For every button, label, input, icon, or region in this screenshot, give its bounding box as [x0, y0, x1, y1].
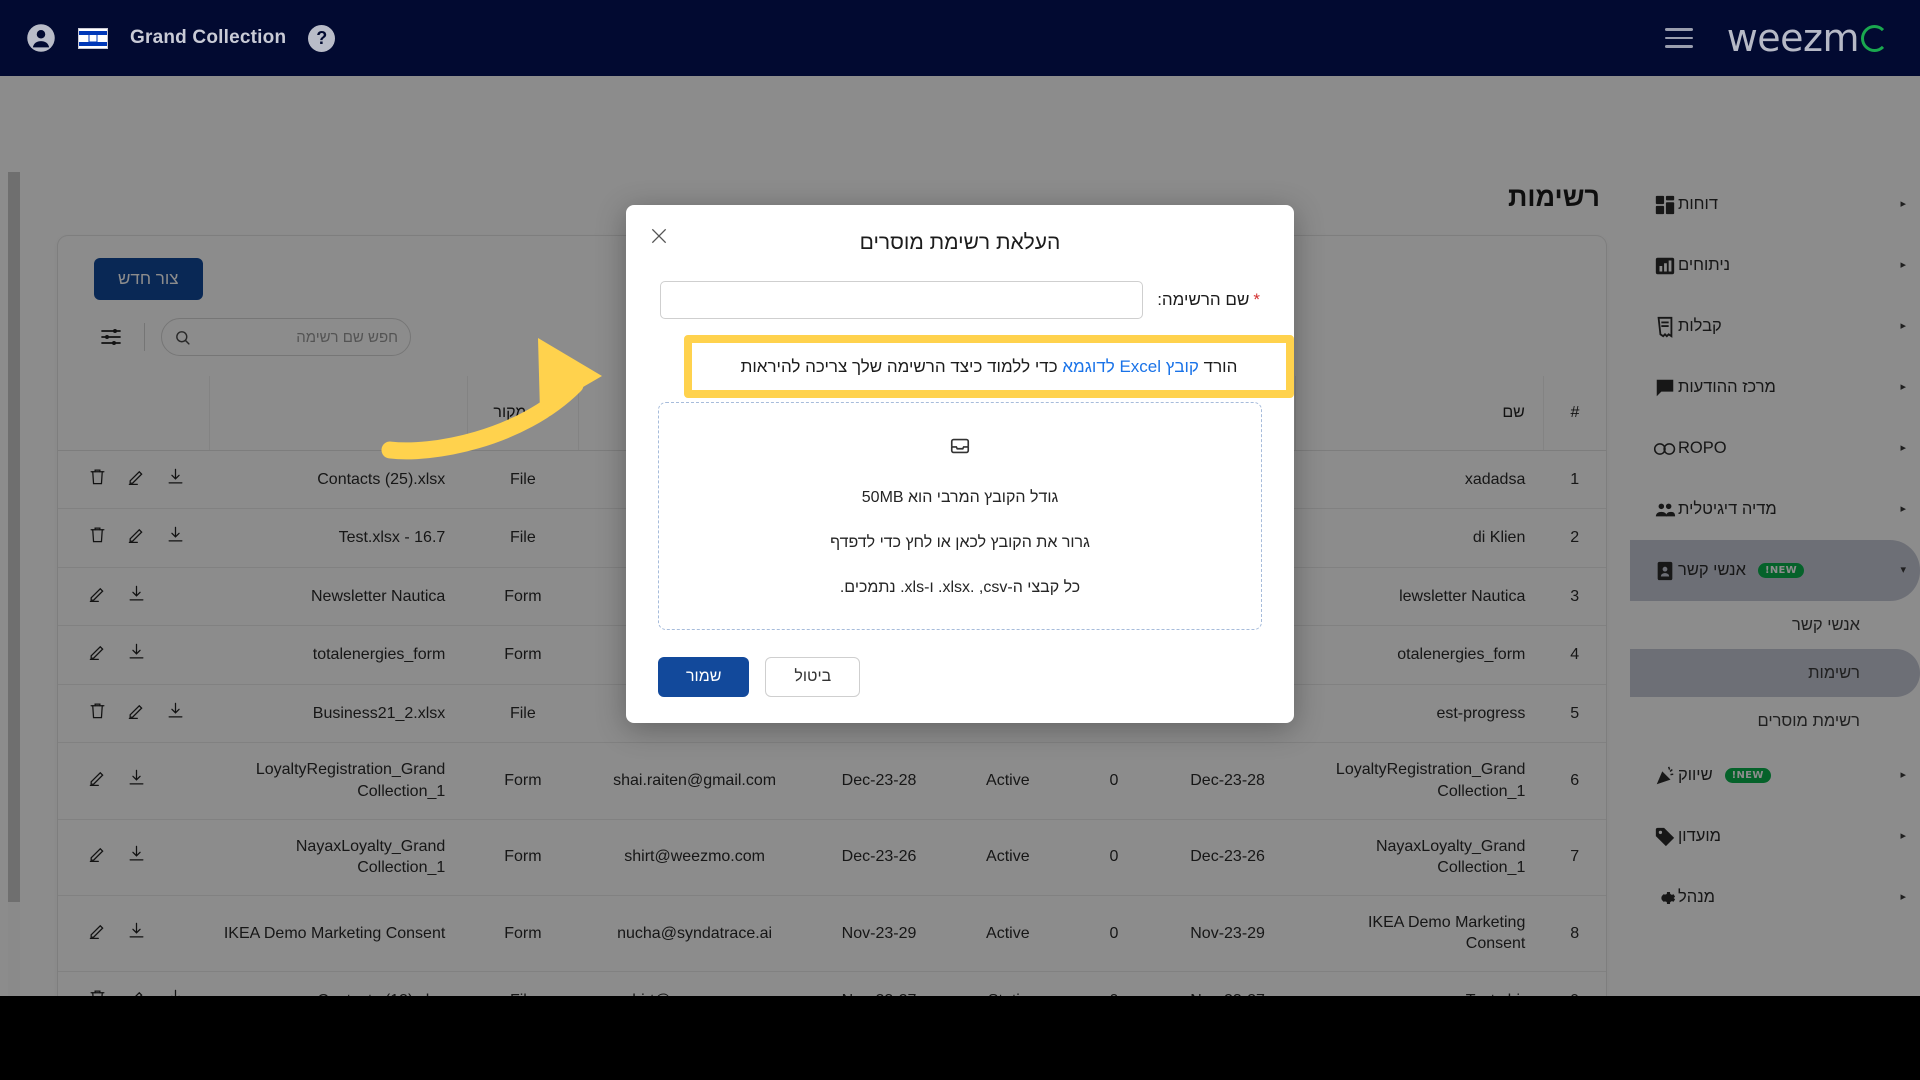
weezmo-logo: weezm [1727, 16, 1890, 60]
israel-flag-icon[interactable] [78, 27, 108, 49]
header-left-group: Grand Collection ? [0, 23, 336, 53]
file-dropzone[interactable]: גודל הקובץ המרבי הוא 50MB גרור את הקובץ … [658, 402, 1262, 630]
annotation-suffix: כדי ללמוד כיצד הרשימה שלך צריכה להיראות [740, 356, 1063, 376]
scrollbar-thumb[interactable] [8, 172, 20, 902]
screen-root: ▸ דוחות ▸ ניתוחים ▸ קבלות ▸ מרכז ההודעות… [0, 0, 1920, 1080]
list-name-label: *שם הרשימה: [1157, 290, 1260, 310]
annotation-link[interactable]: קובץ Excel לדוגמא [1062, 357, 1199, 376]
dropzone-formats-text: כל קבצי ה-xlsx. ,csv. ו-xls. נתמכים. [839, 579, 1081, 596]
dropzone-instruction-text: גרור את הקובץ לכאן או לחץ כדי לדפדף [830, 534, 1090, 551]
brand-name: Grand Collection [130, 27, 287, 48]
save-button[interactable]: שמור [658, 657, 750, 697]
annotation-prefix: הורד [1198, 356, 1238, 376]
modal-title: העלאת רשימת מוסרים [859, 231, 1061, 254]
logo-text: weezm [1726, 16, 1860, 60]
cancel-button[interactable]: ביטול [765, 657, 861, 697]
header-right-group: weezm [1664, 16, 1920, 60]
page-scrollbar[interactable] [8, 172, 20, 996]
list-name-input[interactable] [660, 281, 1144, 319]
list-name-label-text: שם הרשימה: [1157, 290, 1250, 309]
top-header-bar: Grand Collection ? weezm [0, 0, 1920, 76]
account-circle-icon[interactable] [26, 23, 56, 53]
list-name-field-row: *שם הרשימה: [626, 281, 1294, 319]
inbox-upload-icon [949, 435, 971, 462]
close-icon[interactable] [646, 223, 672, 249]
hamburger-menu-icon[interactable] [1664, 22, 1693, 54]
required-asterisk: * [1253, 290, 1260, 309]
scrollbar-track[interactable] [8, 902, 20, 996]
annotation-text: הורד קובץ Excel לדוגמא כדי ללמוד כיצד הר… [741, 357, 1238, 377]
logo-accent-ring [1861, 24, 1888, 52]
annotation-highlight-box: הורד קובץ Excel לדוגמא כדי ללמוד כיצד הר… [684, 335, 1294, 398]
dropzone-max-size-text: גודל הקובץ המרבי הוא 50MB [861, 489, 1059, 506]
upload-list-modal: העלאת רשימת מוסרים *שם הרשימה: הורד קובץ… [626, 205, 1294, 723]
modal-action-buttons: שמור ביטול [658, 657, 861, 697]
help-icon[interactable]: ? [308, 24, 336, 52]
